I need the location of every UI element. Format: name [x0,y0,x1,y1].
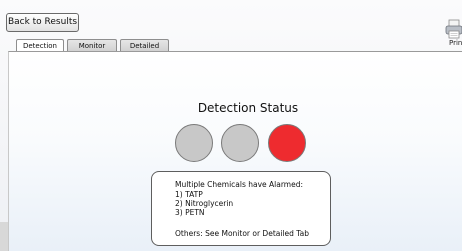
back-to-results-button[interactable]: Back to Results [6,13,79,32]
alarm-heading: Multiple Chemicals have Alarmed: [175,180,304,189]
panel-edge [0,222,8,251]
detection-app-window: Back to Results Print Detection Monitor … [0,0,462,251]
indicator-light-1 [175,124,213,162]
indicator-light-2 [221,124,259,162]
alarm-item-2: 2) Nitroglycerin [175,199,234,208]
detection-status-title: Detection Status [197,101,299,115]
indicator-light-3 [268,124,306,162]
alarm-item-1: 1) TATP [175,190,203,199]
alarm-item-3: 3) PETN [175,208,205,217]
alarm-footer: Others: See Monitor or Detailed Tab [175,229,309,238]
print-label[interactable]: Print [449,39,462,47]
printer-icon [445,19,462,39]
